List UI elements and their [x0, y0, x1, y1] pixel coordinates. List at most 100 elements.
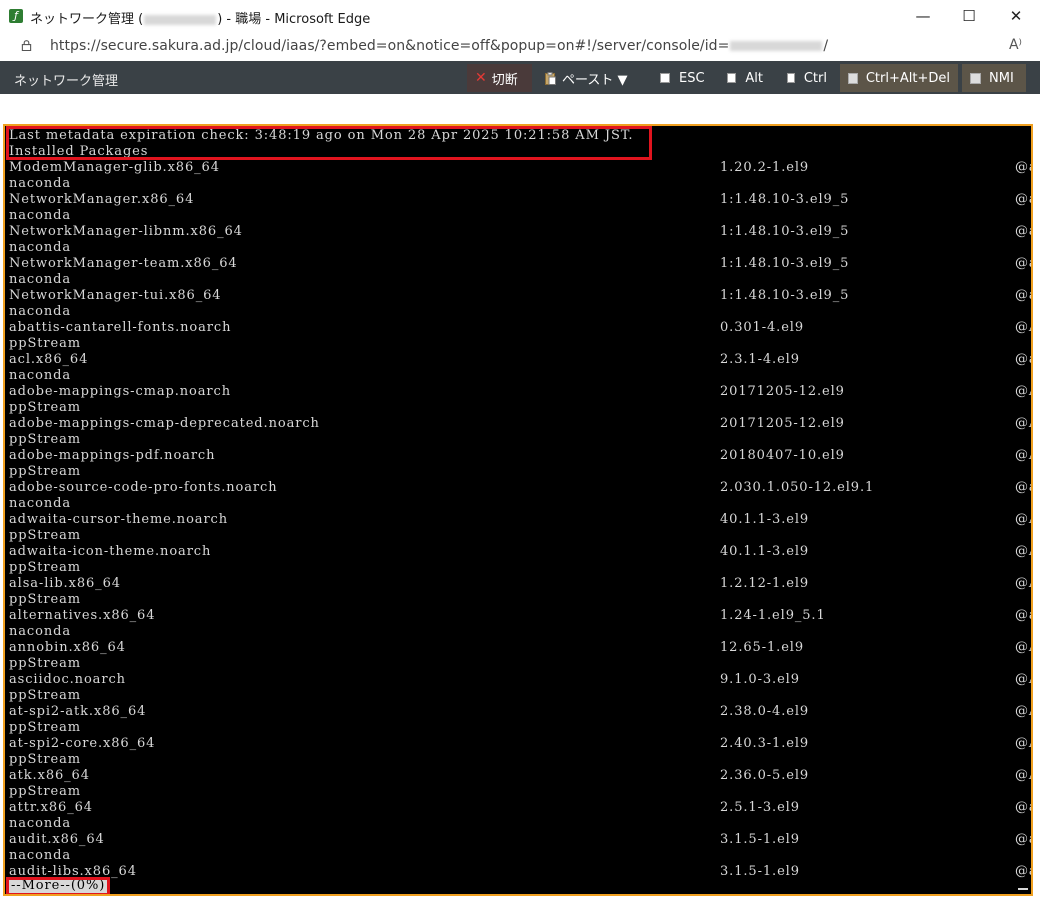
package-version: 3.1.5-1.el9 [720, 864, 800, 879]
package-repo: @A [1015, 416, 1031, 431]
window-title-prefix: ネットワーク管理 ( [30, 12, 144, 27]
package-name: adobe-mappings-cmap-deprecated.noarch [9, 416, 320, 431]
package-name: annobin.x86_64 [9, 640, 126, 655]
minimize-icon: — [915, 7, 931, 25]
package-repo: @A [1015, 672, 1031, 687]
package-version: 1.2.12-1.el9 [720, 576, 810, 591]
package-repo: @a [1015, 480, 1031, 495]
package-repo-wrap: ppStream [9, 464, 81, 479]
package-version: 2.40.3-1.el9 [720, 736, 810, 751]
package-version: 2.5.1-3.el9 [720, 800, 800, 815]
package-repo-wrap: naconda [9, 368, 71, 383]
package-name: NetworkManager-tui.x86_64 [9, 288, 222, 303]
close-button[interactable]: ✕ [993, 0, 1039, 32]
package-version: 40.1.1-3.el9 [720, 544, 810, 559]
package-version: 2.36.0-5.el9 [720, 768, 810, 783]
package-repo-wrap: ppStream [9, 400, 81, 415]
package-name: adwaita-cursor-theme.noarch [9, 512, 229, 527]
package-repo: @A [1015, 448, 1031, 463]
alt-key-button[interactable]: Alt [719, 64, 771, 92]
package-name: adwaita-icon-theme.noarch [9, 544, 212, 559]
package-repo-wrap: naconda [9, 304, 71, 319]
package-version: 9.1.0-3.el9 [720, 672, 800, 687]
package-version: 2.030.1.050-12.el9.1 [720, 480, 875, 495]
package-version: 20180407-10.el9 [720, 448, 845, 463]
disconnect-x-icon: ✕ [475, 70, 487, 86]
package-repo: @a [1015, 192, 1031, 207]
package-repo: @A [1015, 320, 1031, 335]
package-repo-wrap: ppStream [9, 336, 81, 351]
package-version: 20171205-12.el9 [720, 416, 845, 431]
ctrl-key-button[interactable]: Ctrl [779, 64, 835, 92]
package-repo-wrap: naconda [9, 176, 71, 191]
esc-key-button[interactable]: ESC [652, 64, 714, 92]
package-name: NetworkManager-libnm.x86_64 [9, 224, 243, 239]
window-title-suffix: ) - 職場 - Microsoft Edge [217, 12, 371, 27]
package-repo-wrap: naconda [9, 240, 71, 255]
package-version: 1.20.2-1.el9 [720, 160, 810, 175]
package-version: 1:1.48.10-3.el9_5 [720, 256, 850, 271]
paste-label: ペースト ▼ [562, 72, 628, 88]
package-repo: @A [1015, 544, 1031, 559]
package-repo-wrap: ppStream [9, 528, 81, 543]
package-repo: @a [1015, 832, 1031, 847]
alt-label: Alt [745, 70, 763, 86]
package-repo-wrap: ppStream [9, 752, 81, 767]
package-name: atk.x86_64 [9, 768, 90, 783]
ctrl-checkbox[interactable] [787, 73, 795, 83]
esc-checkbox[interactable] [660, 73, 670, 83]
package-repo: @a [1015, 608, 1031, 623]
address-bar[interactable]: https://secure.sakura.ad.jp/cloud/iaas/?… [0, 32, 1040, 61]
ctrl-label: Ctrl [803, 70, 827, 86]
package-repo: @a [1015, 160, 1031, 175]
toolbar-spacer [0, 94, 1040, 124]
package-name: adobe-mappings-cmap.noarch [9, 384, 231, 399]
maximize-icon: ☐ [962, 7, 976, 25]
paste-button[interactable]: ペースト ▼ [537, 64, 645, 92]
url-prefix: https://secure.sakura.ad.jp/cloud/iaas/?… [50, 38, 730, 54]
package-name: NetworkManager-team.x86_64 [9, 256, 238, 271]
package-repo-wrap: naconda [9, 208, 71, 223]
url-text[interactable]: https://secure.sakura.ad.jp/cloud/iaas/?… [50, 38, 828, 54]
package-repo: @A [1015, 704, 1031, 719]
package-version: 1.24-1.el9_5.1 [720, 608, 826, 623]
nmi-button[interactable]: NMI [962, 64, 1026, 92]
ctrl-alt-del-button[interactable]: Ctrl+Alt+Del [840, 64, 958, 92]
package-version: 3.1.5-1.el9 [720, 832, 800, 847]
highlight-header-box [6, 126, 652, 160]
package-repo-wrap: naconda [9, 816, 71, 831]
ctrl-alt-del-label: Ctrl+Alt+Del [865, 70, 950, 86]
package-version: 12.65-1.el9 [720, 640, 805, 655]
package-version: 1:1.48.10-3.el9_5 [720, 192, 850, 207]
minimize-button[interactable]: — [900, 0, 946, 32]
package-repo: @a [1015, 352, 1031, 367]
package-repo: @A [1015, 512, 1031, 527]
package-repo-wrap: ppStream [9, 592, 81, 607]
maximize-button[interactable]: ☐ [946, 0, 992, 32]
package-repo-wrap: ppStream [9, 688, 81, 703]
package-name: NetworkManager.x86_64 [9, 192, 195, 207]
package-repo-wrap: ppStream [9, 720, 81, 735]
disconnect-label: 切断 [491, 72, 518, 88]
package-name: adobe-mappings-pdf.noarch [9, 448, 216, 463]
toolbar-title: ネットワーク管理 [14, 74, 119, 89]
package-name: attr.x86_64 [9, 800, 93, 815]
redacted-server-id [730, 41, 823, 51]
keyboard-icon [848, 72, 858, 84]
package-version: 40.1.1-3.el9 [720, 512, 810, 527]
package-name: asciidoc.noarch [9, 672, 126, 687]
window-titlebar: ƒ ネットワーク管理 () - 職場 - Microsoft Edge — ☐ … [0, 0, 1040, 33]
console-screen[interactable]: Last metadata expiration check: 3:48:19 … [3, 124, 1033, 896]
disconnect-button[interactable]: ✕ 切断 [467, 64, 532, 92]
package-name: ModemManager-glib.x86_64 [9, 160, 220, 175]
clipboard-icon [545, 71, 556, 85]
package-repo: @a [1015, 800, 1031, 815]
read-aloud-icon[interactable]: A⁾ [1009, 37, 1022, 53]
lock-icon[interactable] [21, 40, 32, 51]
package-repo: @A [1015, 736, 1031, 751]
package-repo: @a [1015, 288, 1031, 303]
package-version: 2.38.0-4.el9 [720, 704, 810, 719]
alt-checkbox[interactable] [727, 73, 737, 83]
package-repo-wrap: ppStream [9, 784, 81, 799]
package-repo-wrap: ppStream [9, 560, 81, 575]
